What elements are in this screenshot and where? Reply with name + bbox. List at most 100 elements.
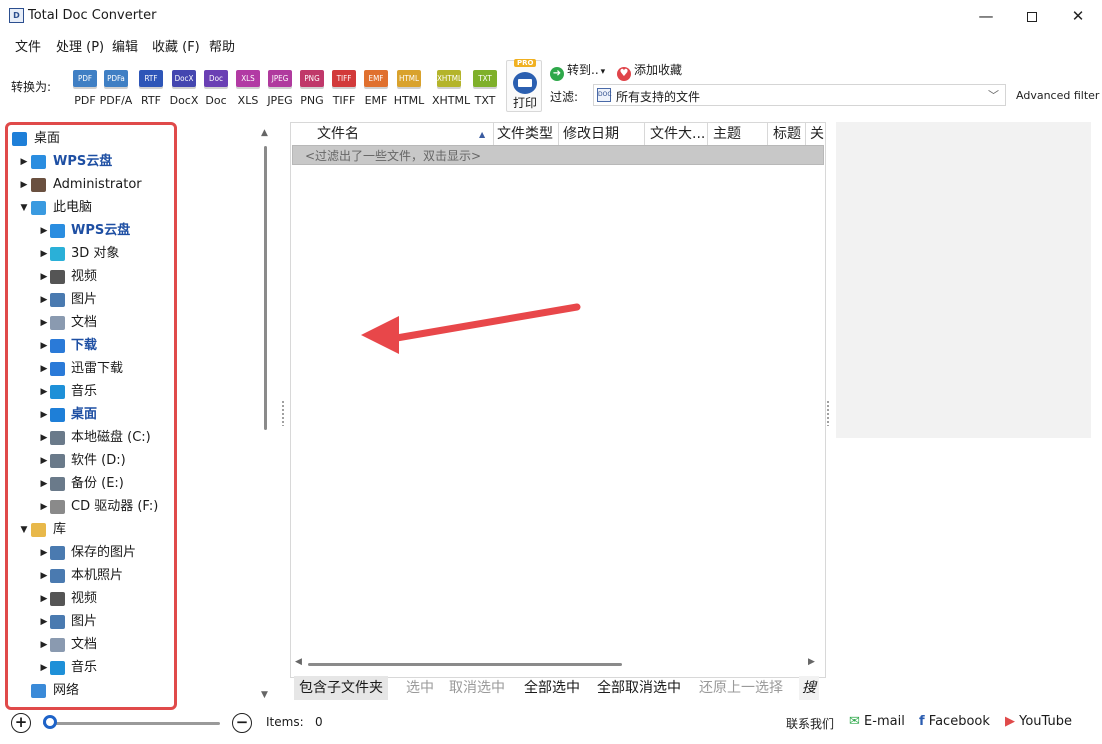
include-subfolders-toggle[interactable]: 包含子文件夹 [294,676,388,700]
email-link[interactable]: ✉ E-mail [849,714,905,729]
collapsed-arrow-icon[interactable]: ▶ [39,244,49,264]
convert-xls-button[interactable]: XLS XLS [231,70,265,112]
tree-item[interactable]: ▶ WPS云盘 [8,152,174,172]
menu-process[interactable]: 处理 (P) [56,36,104,55]
collapsed-arrow-icon[interactable]: ▶ [39,313,49,333]
collapsed-arrow-icon[interactable]: ▶ [39,405,49,425]
tree-item[interactable]: 网络 [8,681,174,701]
deselect-all-button[interactable]: 全部取消选中 [592,676,686,700]
collapsed-arrow-icon[interactable]: ▶ [39,589,49,609]
menu-favorites[interactable]: 收藏 (F) [152,36,200,55]
tree-item[interactable]: ▶ 软件 (D:) [8,451,174,471]
menu-file[interactable]: 文件 [15,36,41,55]
add-favorite-button[interactable]: ♥ 添加收藏 [617,61,682,81]
convert-txt-button[interactable]: TXT TXT [468,70,502,112]
expanded-arrow-icon[interactable]: ▼ [19,520,29,540]
collapsed-arrow-icon[interactable]: ▶ [39,267,49,287]
tree-item[interactable]: ▶ CD 驱动器 (F:) [8,497,174,517]
collapsed-arrow-icon[interactable]: ▶ [39,543,49,563]
collapsed-arrow-icon[interactable]: ▶ [19,152,29,172]
column-divider[interactable] [644,123,645,145]
column-subject[interactable]: 主题 [713,123,741,145]
collapsed-arrow-icon[interactable]: ▶ [39,359,49,379]
tree-item[interactable]: ▶ 音乐 [8,382,174,402]
zoom-slider[interactable] [43,722,220,725]
convert-png-button[interactable]: PNG PNG [295,70,329,112]
print-button[interactable]: PRO 打印 [506,59,542,112]
collapsed-arrow-icon[interactable]: ▶ [39,336,49,356]
select-all-button[interactable]: 全部选中 [519,676,585,700]
tree-item[interactable]: ▶ 视频 [8,267,174,287]
advanced-filter-link[interactable]: Advanced filter [1016,89,1099,102]
maximize-button[interactable] [1009,0,1055,32]
tree-item[interactable]: ▶ 备份 (E:) [8,474,174,494]
select-button[interactable]: 选中 [401,676,439,700]
search-button[interactable]: 搜 [799,676,819,700]
file-list-hscrollbar[interactable]: ◀ ▶ [290,656,826,674]
collapsed-arrow-icon[interactable]: ▶ [39,290,49,310]
collapsed-arrow-icon[interactable]: ▶ [39,658,49,678]
tree-item[interactable]: ▼ 此电脑 [8,198,174,218]
collapsed-arrow-icon[interactable]: ▶ [19,175,29,195]
menu-edit[interactable]: 编辑 [112,36,138,55]
convert-jpeg-button[interactable]: JPEG JPEG [263,70,297,112]
tree-item[interactable]: ▶ 下载 [8,336,174,356]
column-modified-date[interactable]: 修改日期 [563,123,619,145]
scroll-right-icon[interactable]: ▶ [808,657,815,667]
convert-html-button[interactable]: HTML HTML [392,70,426,112]
tree-item[interactable]: ▶ 3D 对象 [8,244,174,264]
tree-item[interactable]: 桌面 [8,129,174,149]
column-file-name[interactable]: 文件名 [317,123,359,145]
tree-item[interactable]: ▶ 音乐 [8,658,174,678]
convert-pdf-a-button[interactable]: PDFa PDF/A [99,70,133,112]
tree-item[interactable]: ▶ 文档 [8,313,174,333]
collapsed-arrow-icon[interactable]: ▶ [39,428,49,448]
scroll-left-icon[interactable]: ◀ [295,657,302,667]
facebook-link[interactable]: f Facebook [919,714,990,729]
tree-item[interactable]: ▶ WPS云盘 [8,221,174,241]
tree-item[interactable]: ▶ 本地磁盘 (C:) [8,428,174,448]
scroll-up-icon[interactable]: ▲ [261,128,268,138]
tree-item[interactable]: ▶ 文档 [8,635,174,655]
tree-scrollbar[interactable]: ▲ ▼ [258,124,272,706]
collapsed-arrow-icon[interactable]: ▶ [39,612,49,632]
filtered-files-row[interactable]: <过滤出了一些文件，双击显示> [292,145,824,165]
convert-xhtml-button[interactable]: XHTML XHTML [432,70,470,112]
collapsed-arrow-icon[interactable]: ▶ [39,382,49,402]
convert-emf-button[interactable]: EMF EMF [359,70,393,112]
zoom-out-button[interactable]: − [232,713,252,733]
convert-doc-button[interactable]: Doc Doc [199,70,233,112]
right-splitter-handle[interactable] [826,400,830,426]
convert-rtf-button[interactable]: RTF RTF [134,70,168,112]
close-button[interactable]: ✕ [1055,0,1101,32]
collapsed-arrow-icon[interactable]: ▶ [39,451,49,471]
collapsed-arrow-icon[interactable]: ▶ [39,635,49,655]
column-divider[interactable] [767,123,768,145]
tree-item[interactable]: ▶ 本机照片 [8,566,174,586]
column-file-type[interactable]: 文件类型 [497,123,553,145]
tree-item[interactable]: ▶ 图片 [8,290,174,310]
deselect-button[interactable]: 取消选中 [444,676,510,700]
convert-pdf-button[interactable]: PDF PDF [68,70,102,112]
tree-item[interactable]: ▼ 库 [8,520,174,540]
collapsed-arrow-icon[interactable]: ▶ [39,566,49,586]
column-divider[interactable] [493,123,494,145]
column-file-size[interactable]: 文件大... [650,123,705,145]
youtube-link[interactable]: ▶ YouTube [1005,714,1072,729]
scroll-down-icon[interactable]: ▼ [261,690,268,700]
tree-item[interactable]: ▶ 图片 [8,612,174,632]
tree-item[interactable]: ▶ 保存的图片 [8,543,174,563]
left-splitter-handle[interactable] [281,400,285,426]
menu-help[interactable]: 帮助 [209,36,235,55]
column-divider[interactable] [707,123,708,145]
collapsed-arrow-icon[interactable]: ▶ [39,474,49,494]
convert-docx-button[interactable]: DocX DocX [167,70,201,112]
collapsed-arrow-icon[interactable]: ▶ [39,497,49,517]
convert-tiff-button[interactable]: TIFF TIFF [327,70,361,112]
tree-item[interactable]: ▶ 桌面 [8,405,174,425]
expanded-arrow-icon[interactable]: ▼ [19,198,29,218]
column-keywords[interactable]: 关 [810,123,824,145]
restore-selection-button[interactable]: 还原上一选择 [694,676,788,700]
goto-button[interactable]: ➜ 转到.. ▾ [550,61,605,81]
tree-item[interactable]: ▶ 视频 [8,589,174,609]
